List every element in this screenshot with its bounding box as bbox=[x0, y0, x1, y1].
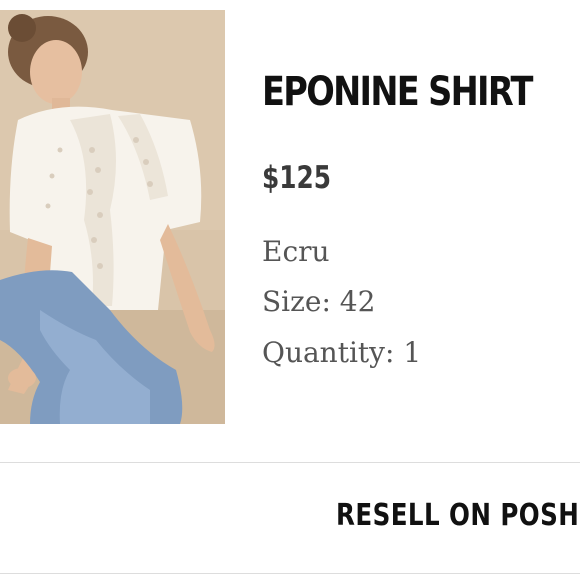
resell-button-label: RESELL ON POSHMARK bbox=[336, 498, 580, 533]
product-size: Size: 42 bbox=[262, 285, 376, 318]
product-price: $125 bbox=[262, 160, 332, 196]
product-color: Ecru bbox=[262, 235, 330, 268]
divider bbox=[0, 573, 580, 574]
product-quantity: Quantity: 1 bbox=[262, 336, 422, 369]
resell-on-poshmark-button[interactable]: RESELL ON POSHMARK bbox=[0, 463, 580, 573]
product-title: EPONINE SHIRT bbox=[262, 69, 533, 115]
product-image[interactable] bbox=[0, 10, 225, 424]
product-card: EPONINE SHIRT $125 Ecru Size: 42 Quantit… bbox=[0, 0, 580, 580]
product-photo-icon bbox=[0, 10, 225, 424]
